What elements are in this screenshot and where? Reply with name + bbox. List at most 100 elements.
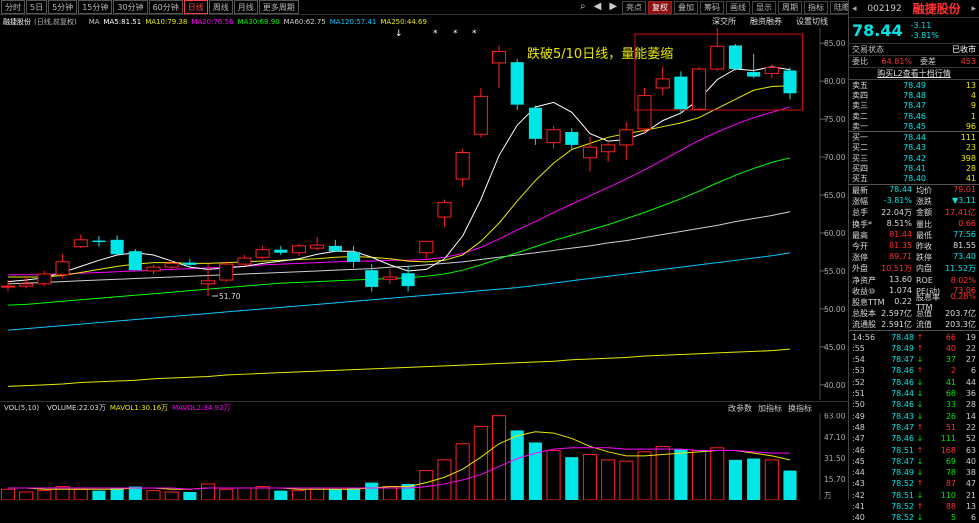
subtab-0[interactable]: 深交所 xyxy=(712,16,736,27)
trade-status: 交易状态 已收市 xyxy=(849,44,979,56)
quote-cell: 今开 81.35 xyxy=(852,241,912,252)
tick-row: :50 78.46 ↓ 33 28 xyxy=(849,399,979,410)
toolbar-button-0[interactable]: 亮点 xyxy=(622,1,647,14)
quote-label: 金额 xyxy=(916,208,932,218)
status-value: 已收市 xyxy=(952,45,976,54)
tick-price: 78.44 xyxy=(891,389,914,399)
ask-book: 卖五 78.49 13 卖四 78.48 4 卖三 78.47 9 卖二 78.46 1 卖一 78.45… xyxy=(849,80,979,133)
ma-legend-item: MA30:69.90 xyxy=(237,18,280,26)
quote-row: 涨停 89.71 跌停 73.40 xyxy=(849,252,979,263)
quote-cell: 外盘 10.51万 xyxy=(852,263,912,274)
order-size: 9 xyxy=(970,101,976,111)
quote-cell: 涨跌 ▼3.11 xyxy=(916,196,976,207)
tab-period-4[interactable]: 30分钟 xyxy=(113,0,148,14)
toolbar-button-7[interactable]: 指标 xyxy=(804,1,829,14)
order-price: 78.48 xyxy=(903,90,926,100)
quote-cell: 涨幅 -3.81% xyxy=(852,196,912,207)
subtab-2[interactable]: 设置切线 xyxy=(796,16,828,27)
tab-period-5[interactable]: 60分钟 xyxy=(148,0,183,14)
candle-body xyxy=(291,245,307,254)
tick-volume: 33 xyxy=(945,400,956,410)
subtab-1[interactable]: 融资融券 xyxy=(750,16,782,27)
vol-bar xyxy=(164,491,179,500)
tick-volume: 88 xyxy=(945,502,956,511)
price-block: 78.44 -3.11 -3.81% xyxy=(849,18,979,44)
tab-period-3[interactable]: 15分钟 xyxy=(78,0,113,14)
tick-time: 14:56 xyxy=(852,332,876,342)
quote-label: 涨停 xyxy=(852,253,868,263)
ma-legend-item: MA60:62.75 xyxy=(283,18,326,26)
ma-legend-item: MA5:81.51 xyxy=(103,18,142,26)
kline-chart[interactable]: 85.00 80.00 75.00 70.00 65.00 60.00 55.00 50.00… xyxy=(0,28,848,400)
tick-price: 78.52 xyxy=(891,502,914,511)
quote-cell: 最低 77.56 xyxy=(916,230,976,241)
quote-cell: 总手 22.04万 xyxy=(852,207,912,218)
volume-chart[interactable]: 63.00 47.10 31.50 15.70 万 xyxy=(0,413,848,500)
event-marker: ↓ xyxy=(395,29,403,39)
tick-row: :52 78.46 ↓ 41 44 xyxy=(849,377,979,388)
event-marker: * xyxy=(433,29,438,39)
tick-count: 52 xyxy=(965,434,976,444)
toolbar-button-6[interactable]: 周期 xyxy=(778,1,803,14)
chevron-right-icon[interactable]: ▸ xyxy=(971,4,976,14)
candle-body xyxy=(146,266,161,272)
quote-cell: 昨收 81.55 xyxy=(916,241,976,252)
order-price: 78.43 xyxy=(903,143,926,153)
l2-link[interactable]: 购买L2查看十档行情 xyxy=(849,68,979,80)
wc-value: 453 xyxy=(960,57,976,66)
ma-legend-item: MA120:57.41 xyxy=(329,18,377,26)
toolbar-button-2[interactable]: 叠加 xyxy=(674,1,699,14)
tick-dir: ↓ xyxy=(916,468,924,478)
tick-dir: ↑ xyxy=(916,343,924,353)
order-row: 卖一 78.45 96 xyxy=(849,121,979,131)
tab-period-2[interactable]: 5分钟 xyxy=(48,0,78,14)
tick-dir: ↓ xyxy=(916,389,924,399)
toolbar-button-5[interactable]: 显示 xyxy=(752,1,777,14)
quote-cell: 收益⑩ 1.074 xyxy=(852,286,912,297)
order-row: 买三 78.42 398 xyxy=(849,153,979,163)
search-icon[interactable]: ⌕ xyxy=(577,1,589,14)
chevron-left-icon[interactable]: ◂ xyxy=(852,4,857,14)
prev-icon[interactable]: ◀ xyxy=(591,1,605,14)
vol-bar xyxy=(455,443,470,500)
tick-row: :55 78.49 ↑ 40 22 xyxy=(849,343,979,354)
tick-volume: 111 xyxy=(940,434,956,444)
tick-time: :40 xyxy=(852,513,865,523)
tick-row: :48 78.47 ↑ 51 22 xyxy=(849,422,979,433)
quote-label: 最低 xyxy=(916,230,932,240)
tab-period-7[interactable]: 周线 xyxy=(208,0,233,14)
quote-label: 内盘 xyxy=(916,264,932,274)
quote-value: 8.02% xyxy=(950,275,976,285)
candle-body xyxy=(491,51,507,64)
order-row: 卖五 78.49 13 xyxy=(849,80,979,90)
tab-period-9[interactable]: 更多周期 xyxy=(258,0,299,14)
tick-row: :42 78.51 ↓ 110 21 xyxy=(849,490,979,501)
toolbar-button-4[interactable]: 画线 xyxy=(726,1,751,14)
next-icon[interactable]: ▶ xyxy=(606,1,620,14)
candle-body xyxy=(692,68,707,110)
candle-body xyxy=(128,251,142,271)
tick-row: :41 78.52 ↑ 88 13 xyxy=(849,501,979,512)
quote-label: 流通股 xyxy=(852,320,876,330)
quote-label: 流值 xyxy=(916,320,932,330)
tab-period-6[interactable]: 日线 xyxy=(183,0,208,14)
ma10-line xyxy=(8,85,791,278)
tick-dir: ↑ xyxy=(916,422,924,432)
quote-panel: ◂ 002192 融捷股份 ▸ 78.44 -3.11 -3.81% 交易状态 … xyxy=(848,0,979,522)
toolbar-button-3[interactable]: 筹码 xyxy=(700,1,725,14)
tick-price: 78.51 xyxy=(891,445,914,455)
quote-value: 11.52万 xyxy=(945,264,976,274)
candle-body xyxy=(237,257,252,265)
tick-count: 28 xyxy=(965,400,976,410)
toolbar-button-1[interactable]: 复权 xyxy=(648,1,673,14)
tab-period-1[interactable]: 5日 xyxy=(26,0,48,14)
tick-time: :47 xyxy=(852,434,865,444)
tick-time: :55 xyxy=(852,343,865,353)
tab-period-8[interactable]: 月线 xyxy=(233,0,258,14)
tab-period-0[interactable]: 分时 xyxy=(1,0,25,14)
quote-value: 8.51% xyxy=(886,218,912,228)
candle-body xyxy=(346,251,361,262)
order-size: 96 xyxy=(965,121,976,131)
candle-body xyxy=(0,285,16,288)
quote-cell: 内盘 11.52万 xyxy=(916,263,976,274)
